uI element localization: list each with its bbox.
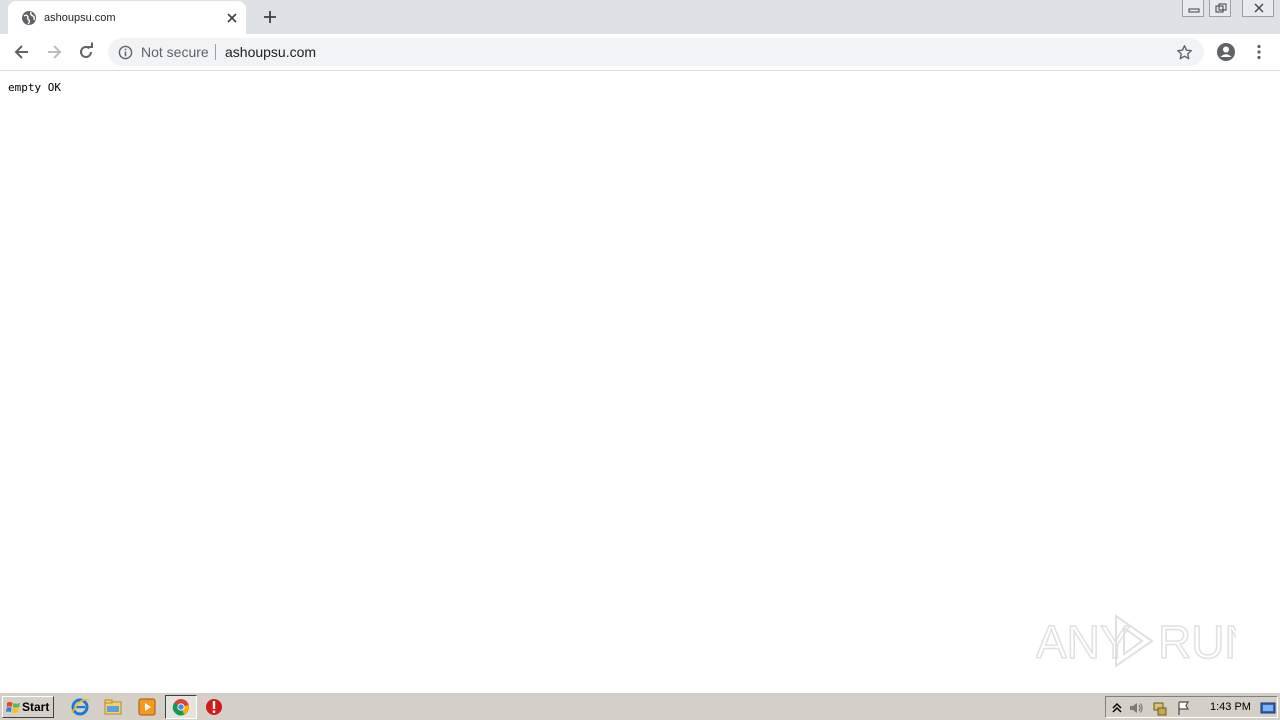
- restore-icon[interactable]: [1209, 0, 1231, 17]
- media-player-icon[interactable]: [137, 697, 157, 717]
- windows-logo-icon: [6, 701, 21, 713]
- taskbar-chrome-active[interactable]: [165, 695, 197, 719]
- security-label[interactable]: Not secure: [141, 44, 209, 60]
- system-tray: 1:43 PM: [1105, 696, 1278, 718]
- watermark-text-right: RUN: [1158, 616, 1236, 668]
- close-icon[interactable]: [224, 10, 240, 26]
- star-icon[interactable]: [1176, 44, 1193, 61]
- show-desktop-icon[interactable]: [1260, 700, 1276, 716]
- window-controls: [1182, 0, 1278, 18]
- browser-toolbar: Not secure ashoupsu.com: [0, 34, 1280, 71]
- address-bar[interactable]: Not secure ashoupsu.com: [108, 38, 1204, 66]
- globe-icon: [22, 11, 36, 25]
- divider: [215, 44, 216, 60]
- reload-icon[interactable]: [76, 42, 96, 62]
- account-icon[interactable]: [1216, 42, 1236, 62]
- tab-title: ashoupsu.com: [44, 12, 116, 24]
- page-content: empty OK ANY RUN: [0, 72, 1280, 692]
- anyrun-watermark-logo: ANY RUN: [1036, 614, 1236, 669]
- folder-icon[interactable]: [103, 697, 123, 717]
- page-body-text: empty OK: [8, 81, 61, 94]
- action-center-flag-icon[interactable]: [1176, 700, 1192, 716]
- network-icon[interactable]: [1152, 700, 1168, 716]
- start-label: Start: [22, 700, 50, 714]
- close-icon[interactable]: [1242, 0, 1274, 17]
- taskbar: Start 1:43 PM: [0, 692, 1280, 720]
- volume-icon[interactable]: [1128, 700, 1144, 716]
- show-hidden-icon[interactable]: [1109, 700, 1125, 716]
- stop-icon[interactable]: [204, 697, 224, 717]
- minimize-icon[interactable]: [1182, 0, 1204, 17]
- chrome-icon: [172, 699, 189, 716]
- tab-active[interactable]: ashoupsu.com: [8, 1, 246, 34]
- url-text[interactable]: ashoupsu.com: [225, 44, 316, 60]
- start-button[interactable]: Start: [2, 696, 54, 718]
- back-arrow-icon[interactable]: [12, 42, 32, 62]
- tab-strip: ashoupsu.com: [0, 0, 1280, 34]
- kebab-menu-icon[interactable]: [1249, 42, 1269, 62]
- info-icon[interactable]: [118, 45, 133, 60]
- forward-arrow-icon[interactable]: [44, 42, 64, 62]
- clock[interactable]: 1:43 PM: [1210, 701, 1251, 714]
- internet-explorer-icon[interactable]: [70, 697, 90, 717]
- plus-icon[interactable]: [260, 7, 280, 27]
